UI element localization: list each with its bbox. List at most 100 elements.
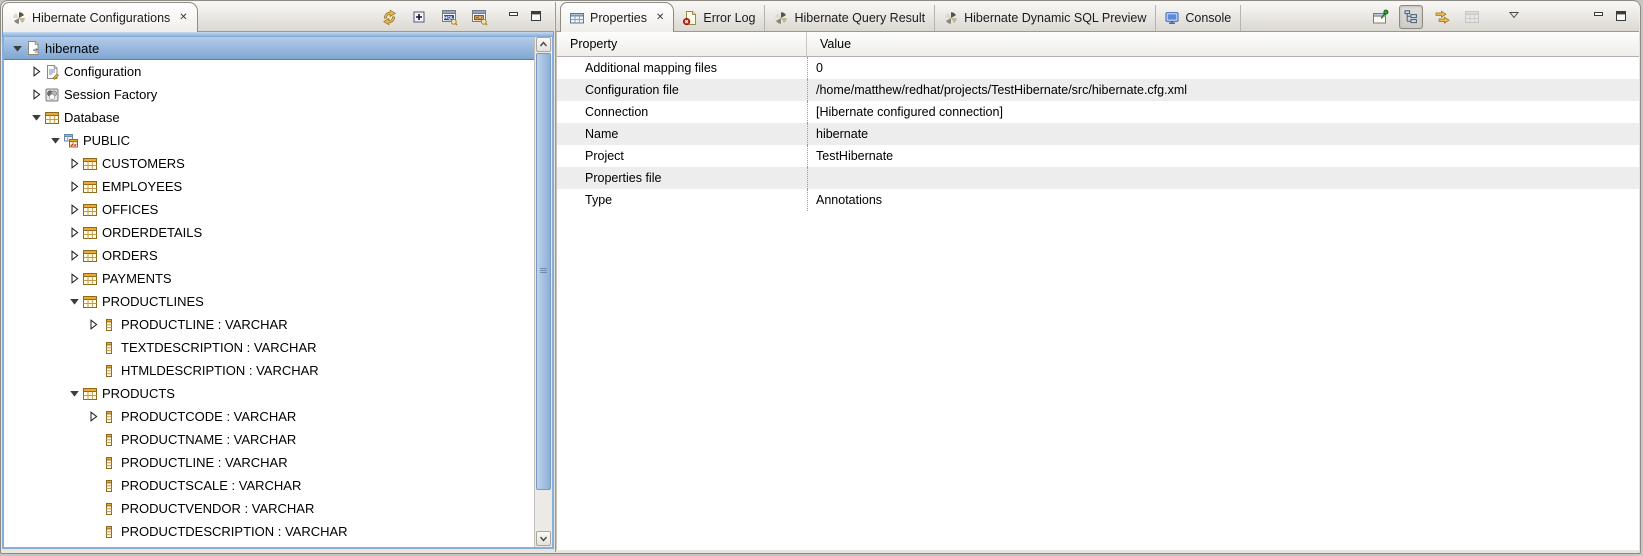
tree-item-label: CUSTOMERS [102,156,185,171]
tab-console[interactable]: Console [1156,5,1241,31]
tab-label: Properties [590,11,647,25]
expand-arrow-icon[interactable] [67,156,82,172]
tree-item-label: ORDERDETAILS [102,225,202,240]
scrollbar-thumb[interactable] [536,53,551,490]
tree-item-productcode-varchar[interactable]: PRODUCTCODE : VARCHAR [4,405,552,428]
tree-item-label: PRODUCTLINE : VARCHAR [121,317,288,332]
show-advanced-button [1461,6,1483,28]
tree-item-hibernate[interactable]: hibernate [4,37,552,60]
column-icon [101,478,117,494]
schema-icon [63,133,79,149]
expand-arrow-icon[interactable] [67,271,82,287]
tab-label: Hibernate Dynamic SQL Preview [964,11,1146,25]
tree-item-label: PRODUCTLINES [102,294,204,309]
properties-grid-icon [569,10,585,26]
expand-arrow-icon[interactable] [86,317,101,333]
tree-item-label: PAYMENTS [102,271,172,286]
property-row-project[interactable]: ProjectTestHibernate [557,145,1639,167]
tree-item-productdescription-varchar[interactable]: PRODUCTDESCRIPTION : VARCHAR [4,520,552,543]
tree-item-products[interactable]: PRODUCTS [4,382,552,405]
tree-item-quantityinstock-smallint[interactable]: QUANTITYINSTOCK : SMALLINT [4,543,552,549]
property-row-name[interactable]: Namehibernate [557,123,1639,145]
tree-item-textdescription-varchar[interactable]: TEXTDESCRIPTION : VARCHAR [4,336,552,359]
property-name: Properties file [557,171,807,185]
property-name: Connection [557,105,807,119]
tree-item-label: PRODUCTCODE : VARCHAR [121,409,296,424]
close-icon[interactable]: ✕ [656,13,664,23]
column-header-value[interactable]: Value [807,37,851,51]
expand-arrow-icon[interactable] [67,202,82,218]
maximize-button[interactable] [528,8,546,26]
collapse-arrow-icon[interactable] [10,40,25,56]
property-value: 0 [807,57,1639,79]
tab-error-log[interactable]: Error Log [674,5,765,31]
tree-item-customers[interactable]: CUSTOMERS [4,152,552,175]
tab-label: Hibernate Configurations [32,11,170,25]
minimize-button[interactable] [506,8,524,26]
collapse-arrow-icon[interactable] [48,133,63,149]
refresh-button[interactable] [378,6,400,28]
open-criteria-editor-button[interactable]: CRI [468,6,490,28]
tree-item-productname-varchar[interactable]: PRODUCTNAME : VARCHAR [4,428,552,451]
hibernate-swirl-icon [11,10,27,26]
tab-properties[interactable]: Properties ✕ [560,2,674,32]
tree-item-label: PUBLIC [83,133,130,148]
tab-label: Error Log [703,11,755,25]
minimize-button[interactable] [1591,8,1609,26]
tree-item-productlines[interactable]: PRODUCTLINES [4,290,552,313]
table-icon [82,294,98,310]
tree-item-orderdetails[interactable]: ORDERDETAILS [4,221,552,244]
tree-item-productline-varchar[interactable]: PRODUCTLINE : VARCHAR [4,451,552,474]
tree-item-productline-varchar[interactable]: PRODUCTLINE : VARCHAR [4,313,552,336]
tree-item-htmldescription-varchar[interactable]: HTMLDESCRIPTION : VARCHAR [4,359,552,382]
scroll-down-icon[interactable] [536,531,551,546]
expand-arrow-icon[interactable] [67,225,82,241]
expand-arrow-icon[interactable] [67,248,82,264]
expand-arrow-icon[interactable] [29,87,44,103]
open-hql-editor-button[interactable]: HQL [438,6,460,28]
collapse-arrow-icon[interactable] [67,294,82,310]
column-header-property[interactable]: Property [557,32,807,56]
tree-item-productscale-varchar[interactable]: PRODUCTSCALE : VARCHAR [4,474,552,497]
property-row-properties-file[interactable]: Properties file [557,167,1639,189]
pin-view-button[interactable] [1369,6,1391,28]
column-icon [101,501,117,517]
show-tree-button[interactable] [1399,5,1423,29]
table-icon [82,202,98,218]
property-row-configuration-file[interactable]: Configuration file/home/matthew/redhat/p… [557,79,1639,101]
tree-item-database[interactable]: Database [4,106,552,129]
collapse-arrow-icon[interactable] [29,110,44,126]
expand-arrow-icon[interactable] [67,179,82,195]
property-row-connection[interactable]: Connection[Hibernate configured connecti… [557,101,1639,123]
add-configuration-button[interactable] [408,6,430,28]
tree-item-productvendor-varchar[interactable]: PRODUCTVENDOR : VARCHAR [4,497,552,520]
property-row-type[interactable]: TypeAnnotations [557,189,1639,211]
view-menu-button[interactable] [1505,6,1527,28]
close-icon[interactable]: ✕ [179,13,187,23]
tree-item-offices[interactable]: OFFICES [4,198,552,221]
table-icon [82,271,98,287]
tab-hibernate-query-result[interactable]: Hibernate Query Result [765,5,935,31]
tree-item-public[interactable]: PUBLIC [4,129,552,152]
filter-button[interactable] [1431,6,1453,28]
tree-scrollbar[interactable] [534,37,552,547]
maximize-button[interactable] [1613,8,1631,26]
expand-arrow-icon[interactable] [29,64,44,80]
tree-item-configuration[interactable]: Configuration [4,60,552,83]
refresh-icon [381,9,397,25]
right-window-buttons [1591,5,1631,29]
tree-item-payments[interactable]: PAYMENTS [4,267,552,290]
scroll-up-icon[interactable] [536,37,551,52]
collapse-arrow-icon[interactable] [67,386,82,402]
tree-item-label: HTMLDESCRIPTION : VARCHAR [121,363,319,378]
tab-label: Console [1185,11,1231,25]
property-row-additional-mapping-files[interactable]: Additional mapping files0 [557,57,1639,79]
property-value [807,167,1639,189]
tab-hibernate-configurations[interactable]: Hibernate Configurations ✕ [2,2,198,32]
tab-hibernate-dynamic-sql-preview[interactable]: Hibernate Dynamic SQL Preview [935,5,1156,31]
expand-arrow-icon[interactable] [86,409,101,425]
tree-item-orders[interactable]: ORDERS [4,244,552,267]
table-disabled-icon [1464,9,1480,25]
tree-item-employees[interactable]: EMPLOYEES [4,175,552,198]
tree-item-session-factory[interactable]: Session Factory [4,83,552,106]
